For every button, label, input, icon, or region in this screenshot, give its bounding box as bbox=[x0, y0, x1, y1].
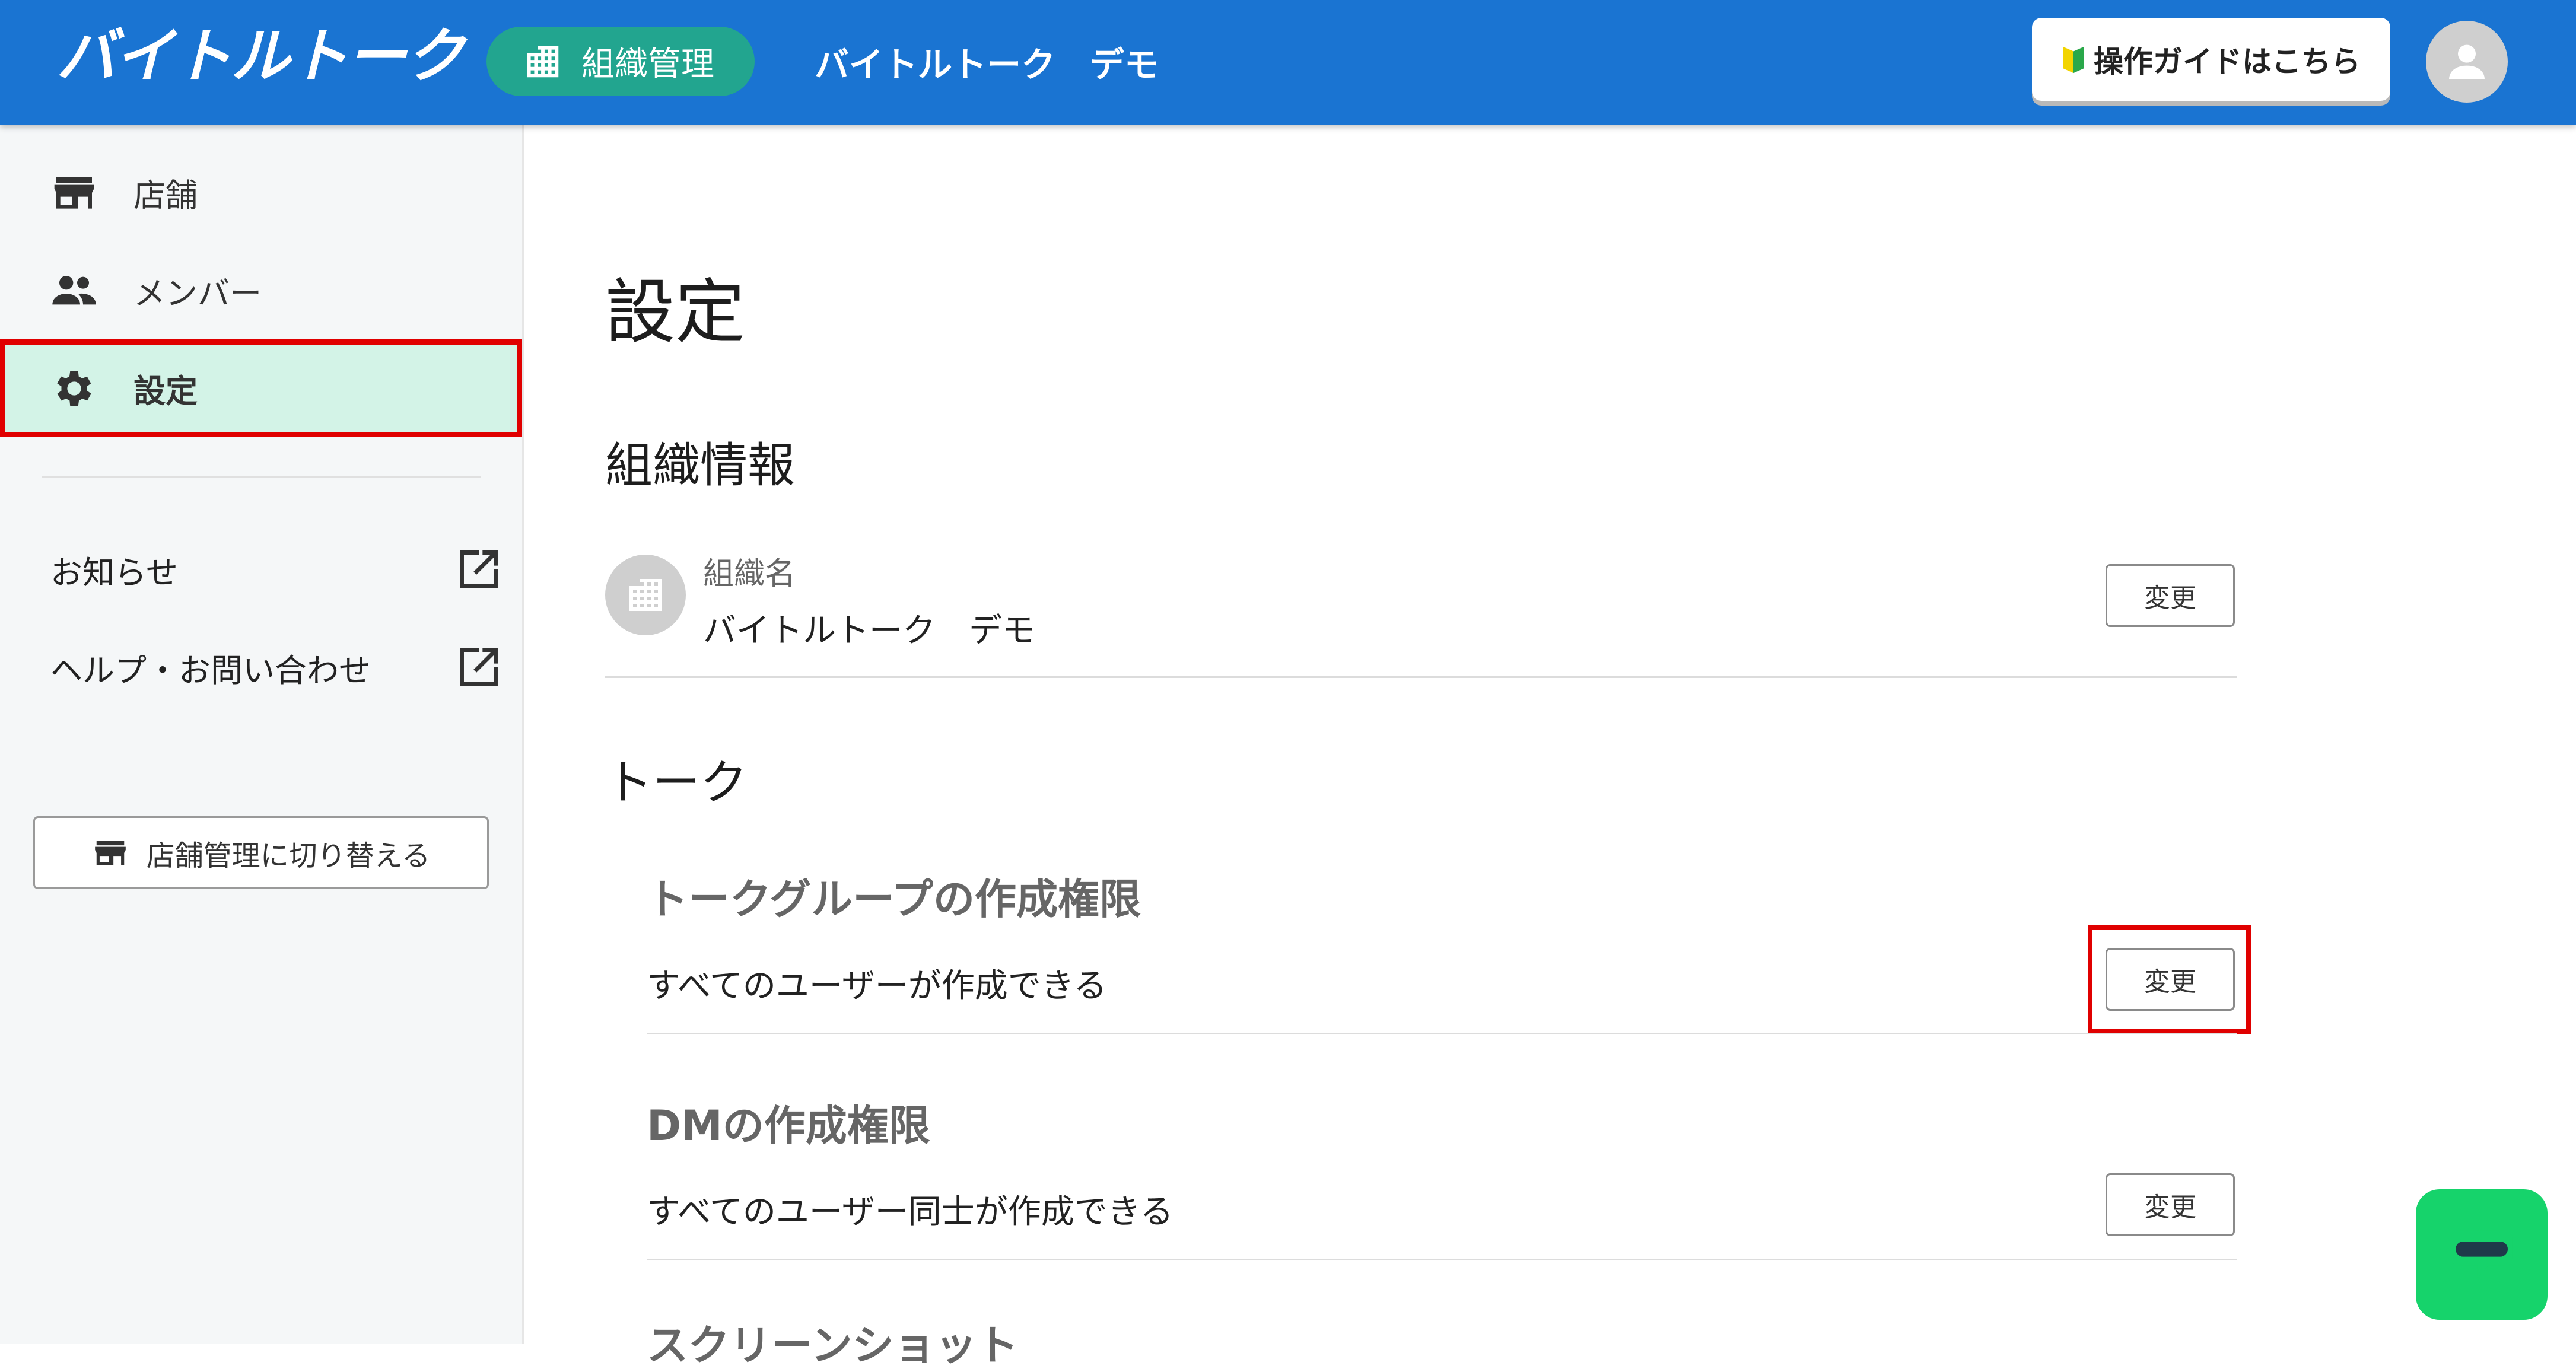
divider bbox=[605, 676, 2237, 678]
app-logo[interactable]: バイトルトーク bbox=[56, 24, 465, 89]
sidebar-item-label: 設定 bbox=[133, 373, 198, 410]
org-section-title: 組織情報 bbox=[605, 438, 795, 493]
chat-support-button[interactable] bbox=[2416, 1189, 2548, 1320]
talk-section-title: トーク bbox=[605, 755, 748, 810]
sidebar-link-label: ヘルプ・お問い合わせ bbox=[50, 651, 371, 689]
guide-button-label: 操作ガイドはこちら bbox=[2094, 44, 2361, 79]
group-permission-change-button[interactable]: 変更 bbox=[2106, 948, 2235, 1011]
sidebar-link-news[interactable]: お知らせ bbox=[50, 534, 501, 605]
guide-button[interactable]: 操作ガイドはこちら bbox=[2032, 18, 2390, 101]
sidebar-item-label: 店舗 bbox=[133, 177, 198, 214]
sidebar-link-label: お知らせ bbox=[50, 553, 178, 591]
org-pill-label: 組織管理 bbox=[581, 45, 714, 84]
org-name-change-button[interactable]: 変更 bbox=[2106, 564, 2235, 627]
dm-permission-change-button[interactable]: 変更 bbox=[2106, 1173, 2235, 1236]
divider bbox=[647, 1033, 2237, 1034]
sidebar-item-settings[interactable]: 設定 bbox=[0, 339, 522, 437]
user-avatar[interactable] bbox=[2426, 21, 2508, 103]
sidebar-item-label: メンバー bbox=[133, 275, 262, 312]
switch-button-label: 店舗管理に切り替える bbox=[146, 839, 431, 873]
page-title: 設定 bbox=[605, 271, 746, 353]
person-icon bbox=[2449, 44, 2485, 79]
gear-icon bbox=[57, 370, 91, 406]
dm-permission-title: DMの作成権限 bbox=[647, 1102, 930, 1150]
group-permission-value: すべてのユーザーが作成できる bbox=[647, 967, 1107, 1005]
group-permission-title: トークグループの作成権限 bbox=[647, 875, 1141, 924]
building-icon bbox=[629, 579, 662, 611]
external-link-icon bbox=[460, 648, 498, 686]
screenshot-permission-title: スクリーンショット bbox=[647, 1321, 1019, 1370]
sidebar: 店舗 メンバー 設定 お知らせ ヘルプ・お問い合わせ 店舗管理に切り替える bbox=[0, 125, 524, 1344]
external-link-icon bbox=[460, 550, 498, 588]
org-name-label: 組織名 bbox=[703, 556, 796, 592]
sidebar-link-help[interactable]: ヘルプ・お問い合わせ bbox=[50, 632, 501, 703]
org-name-value: バイトルトーク デモ bbox=[703, 612, 1035, 650]
chat-bubble-icon bbox=[2451, 1230, 2513, 1279]
beginner-mark-icon bbox=[2063, 46, 2084, 74]
sidebar-item-members[interactable]: メンバー bbox=[0, 241, 522, 339]
divider bbox=[647, 1259, 2237, 1260]
store-icon bbox=[94, 840, 126, 865]
org-management-pill[interactable]: 組織管理 bbox=[486, 27, 755, 96]
store-icon bbox=[54, 176, 94, 209]
people-icon bbox=[52, 275, 96, 304]
header-org-name: バイトルトーク デモ bbox=[815, 44, 1159, 85]
sidebar-item-store[interactable]: 店舗 bbox=[0, 144, 522, 241]
org-avatar bbox=[605, 555, 686, 635]
switch-to-store-button[interactable]: 店舗管理に切り替える bbox=[33, 816, 489, 889]
sidebar-divider bbox=[42, 476, 481, 478]
top-header: バイトルトーク 組織管理 バイトルトーク デモ 操作ガイドはこちら bbox=[0, 0, 2576, 125]
building-icon bbox=[527, 46, 559, 77]
dm-permission-value: すべてのユーザー同士が作成できる bbox=[647, 1193, 1173, 1231]
